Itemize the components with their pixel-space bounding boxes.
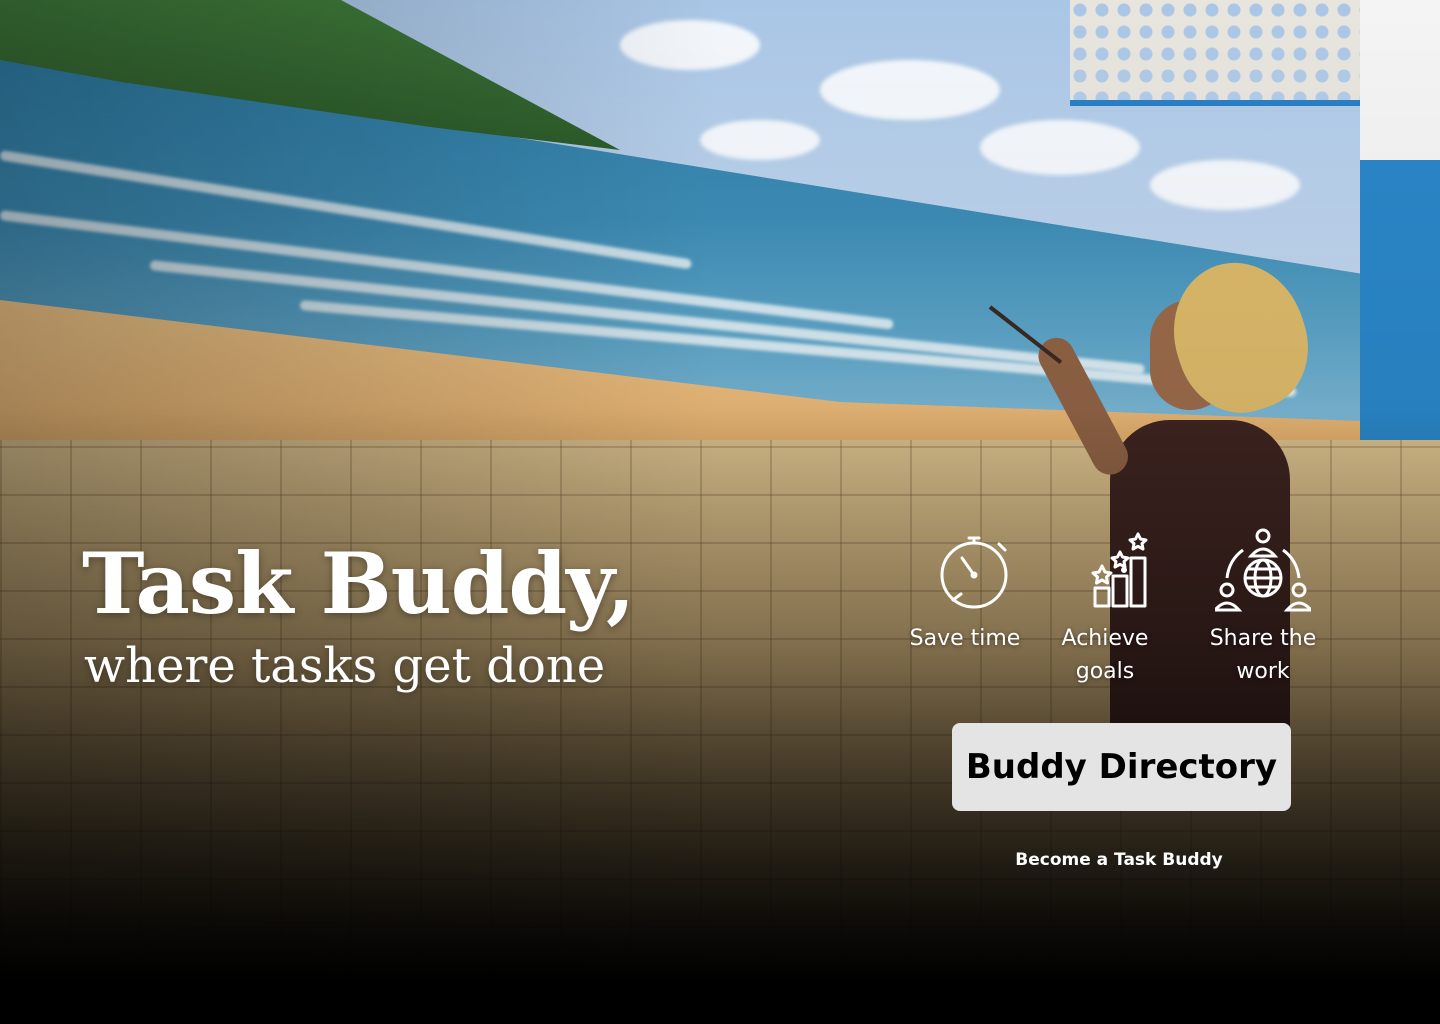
feature-list: Save time Achieve goals Share the work xyxy=(900,528,1320,698)
hero-subtitle: where tasks get done xyxy=(84,638,606,694)
stopwatch-icon xyxy=(940,536,1008,609)
feature-label: Achieve goals xyxy=(1061,626,1149,684)
feature-label: Save time xyxy=(909,626,1021,651)
feature-label: Share the work xyxy=(1209,626,1317,684)
rising-stars-chart-icon xyxy=(1091,532,1148,608)
feature-share-work: Share the work xyxy=(1198,528,1328,688)
become-task-buddy-link[interactable]: Become a Task Buddy xyxy=(1000,850,1238,870)
hero-background-image xyxy=(0,0,1440,1024)
landing-page: Task Buddy, where tasks get done Save ti… xyxy=(0,0,1440,1024)
feature-save-time: Save time xyxy=(900,528,1030,655)
hero-title: Task Buddy, xyxy=(82,534,635,633)
people-globe-icon xyxy=(1215,528,1311,612)
buddy-directory-button[interactable]: Buddy Directory xyxy=(952,723,1291,811)
dark-overlay xyxy=(0,0,1440,1024)
feature-achieve-goals: Achieve goals xyxy=(1040,528,1170,688)
